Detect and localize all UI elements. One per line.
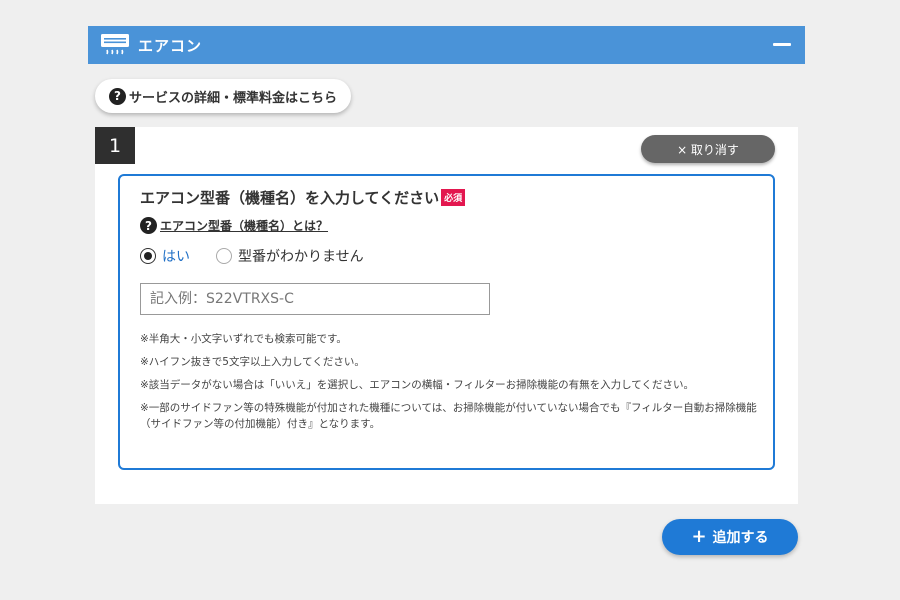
minus-icon[interactable]: [773, 43, 791, 46]
section-header[interactable]: エアコン: [88, 26, 805, 64]
note-text: ※一部のサイドファン等の特殊機能が付加された機種については、お掃除機能が付いてい…: [140, 402, 757, 430]
note-text: ※該当データがない場合は「いいえ」を選択し、エアコンの横幅・フィルターお掃除機能…: [140, 379, 694, 391]
form-title: エアコン型番（機種名）を入力してください 必須: [140, 187, 466, 208]
add-button-label: 追加する: [712, 530, 769, 546]
radio-yes-label[interactable]: はい: [162, 246, 190, 266]
section-title: エアコン: [138, 36, 203, 55]
model-form: エアコン型番（機種名）を入力してください 必須 ? エアコン型番（機種名）とは？…: [118, 174, 775, 470]
note-text: ※ハイフン抜きで5文字以上入力してください。: [140, 356, 365, 368]
model-known-radio-group: はい 型番がわかりません: [140, 246, 364, 266]
item-number: 1: [95, 127, 135, 164]
radio-unknown-label[interactable]: 型番がわかりません: [238, 246, 364, 266]
notes: ※半角大・小文字いずれでも検索可能です。 ※ハイフン抜きで5文字以上入力してくだ…: [140, 331, 760, 439]
service-details-label: サービスの詳細・標準料金はこちら: [129, 90, 338, 106]
question-icon: ?: [140, 217, 157, 234]
model-number-input[interactable]: [140, 283, 490, 315]
form-title-text: エアコン型番（機種名）を入力してください: [140, 189, 440, 207]
air-conditioner-icon: [101, 34, 129, 55]
service-details-button[interactable]: ? サービスの詳細・標準料金はこちら: [95, 79, 352, 113]
plus-icon: +: [691, 526, 707, 547]
required-badge: 必須: [441, 189, 466, 206]
model-help-link[interactable]: ? エアコン型番（機種名）とは？: [140, 217, 328, 234]
model-help-label: エアコン型番（機種名）とは？: [160, 219, 329, 233]
aircon-item-card: 1 × 取り消す エアコン型番（機種名）を入力してください 必須 ? エアコン型…: [95, 127, 798, 504]
radio-yes[interactable]: [140, 248, 156, 264]
radio-unknown[interactable]: [216, 248, 232, 264]
add-button[interactable]: + 追加する: [662, 519, 798, 555]
note-text: ※半角大・小文字いずれでも検索可能です。: [140, 333, 347, 345]
cancel-button[interactable]: × 取り消す: [641, 135, 775, 163]
question-icon: ?: [109, 87, 126, 105]
